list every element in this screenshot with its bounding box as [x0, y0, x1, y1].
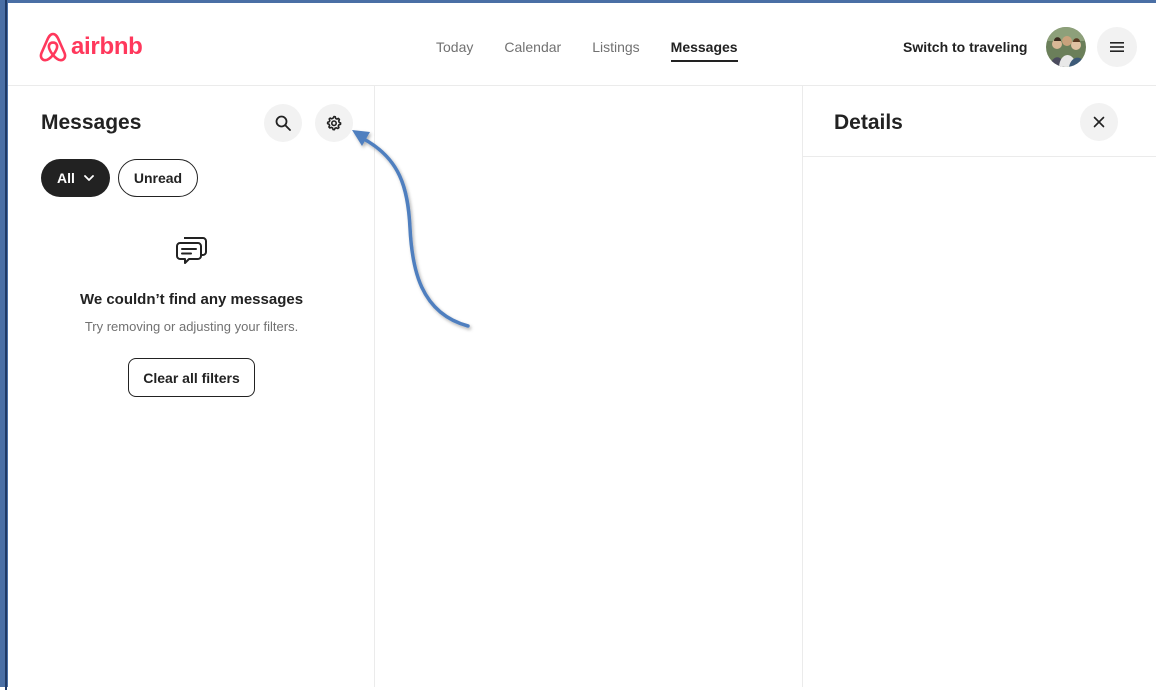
close-details-button[interactable] [1080, 103, 1118, 141]
airbnb-logo[interactable]: airbnb [38, 31, 143, 63]
brand-name: airbnb [71, 33, 143, 60]
annotation-arrow [352, 130, 470, 328]
empty-state-subtitle: Try removing or adjusting your filters. [84, 319, 299, 334]
messages-title: Messages [41, 111, 142, 134]
hamburger-menu-icon [1110, 42, 1124, 52]
search-icon [275, 115, 291, 131]
details-title: Details [834, 111, 903, 134]
top-header: airbnb Today Calendar Listings Messages … [8, 3, 1156, 86]
details-header: Details [803, 86, 1156, 157]
empty-state-title: We couldn’t find any messages [79, 291, 304, 308]
chevron-down-icon [84, 175, 94, 181]
nav-item-today[interactable]: Today [436, 39, 473, 62]
airbnb-logo-icon [39, 32, 67, 62]
filter-all-button[interactable]: All [41, 159, 110, 197]
search-button[interactable] [264, 104, 302, 142]
filter-unread-label: Unread [133, 170, 183, 186]
messages-panel: Messages All Unread We couldn’t find any… [8, 86, 375, 687]
switch-to-traveling-link[interactable]: Switch to traveling [903, 39, 1027, 55]
filter-unread-button[interactable]: Unread [118, 159, 198, 197]
clear-all-filters-button[interactable]: Clear all filters [128, 358, 255, 397]
avatar-photo [1046, 27, 1086, 67]
main-menu-button[interactable] [1097, 27, 1137, 67]
filter-all-label: All [57, 170, 75, 186]
nav-item-calendar[interactable]: Calendar [504, 39, 561, 62]
nav-item-messages[interactable]: Messages [670, 39, 738, 62]
close-icon [1093, 116, 1105, 128]
details-panel: Details [803, 86, 1156, 687]
nav-item-listings[interactable]: Listings [592, 39, 639, 62]
chat-bubbles-icon [175, 234, 209, 271]
user-avatar[interactable] [1046, 27, 1086, 67]
main-nav: Today Calendar Listings Messages [436, 39, 769, 62]
